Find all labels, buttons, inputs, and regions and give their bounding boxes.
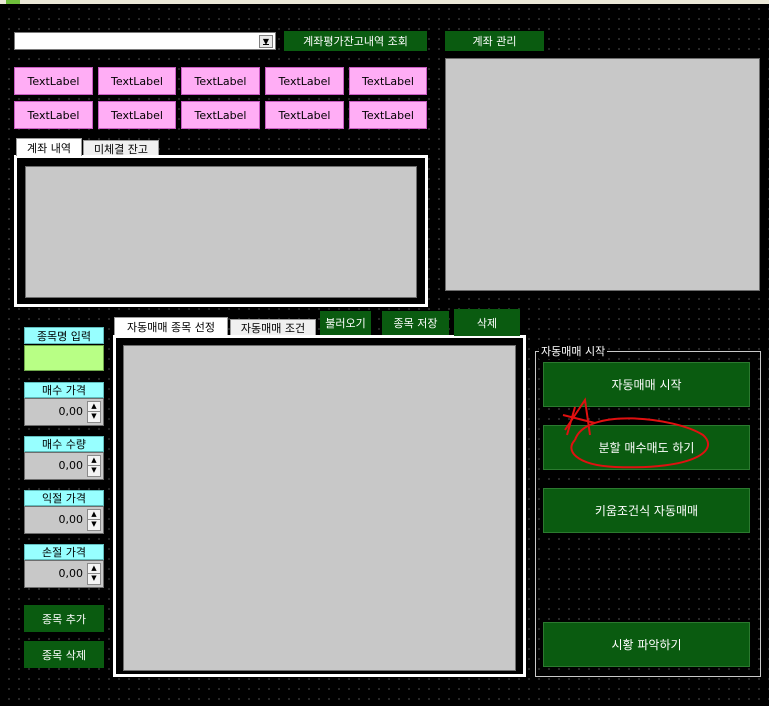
red-circle-annotation: [562, 397, 709, 469]
auto-trade-group-title: 자동매매 시작: [539, 343, 608, 359]
text-label-r1c3: TextLabel: [181, 67, 260, 95]
market-analysis-button[interactable]: 시황 파악하기: [543, 622, 750, 667]
balance-inquiry-button[interactable]: 계좌평가잔고내역 조회: [284, 31, 427, 51]
tab-unfilled-balance[interactable]: 미체결 잔고: [83, 140, 159, 156]
spin-up-icon[interactable]: ▲: [88, 564, 100, 574]
take-profit-label: 익절 가격: [24, 490, 104, 506]
buy-price-stepper[interactable]: ▲ ▼: [87, 401, 101, 423]
text-label-r1c1: TextLabel: [14, 67, 93, 95]
buy-price-spinbox[interactable]: 0,00 ▲ ▼: [24, 398, 104, 426]
stock-name-input[interactable]: [24, 345, 104, 371]
tab-stock-selection[interactable]: 자동매매 종목 선정: [114, 317, 228, 335]
account-management-button[interactable]: 계좌 관리: [445, 31, 544, 51]
delete-button[interactable]: 삭제: [454, 309, 520, 336]
stop-loss-label: 손절 가격: [24, 544, 104, 560]
buy-qty-spinbox[interactable]: 0,00 ▲ ▼: [24, 452, 104, 480]
take-profit-stepper[interactable]: ▲ ▼: [87, 509, 101, 531]
text-label-r2c3: TextLabel: [181, 101, 260, 129]
take-profit-value: 0,00: [58, 513, 84, 526]
buy-qty-stepper[interactable]: ▲ ▼: [87, 455, 101, 477]
account-history-table: [25, 166, 417, 298]
text-label-r2c4: TextLabel: [265, 101, 344, 129]
tab-account-history[interactable]: 계좌 내역: [16, 138, 82, 156]
spin-up-icon[interactable]: ▲: [88, 456, 100, 466]
text-label-r1c2: TextLabel: [98, 67, 176, 95]
buy-qty-label: 매수 수량: [24, 436, 104, 452]
remove-stock-button[interactable]: 종목 삭제: [24, 641, 104, 668]
stop-loss-spinbox[interactable]: 0,00 ▲ ▼: [24, 560, 104, 588]
spin-down-icon[interactable]: ▼: [88, 466, 100, 476]
title-bar: [0, 0, 769, 4]
kiwoom-condition-trade-button[interactable]: 키움조건식 자동매매: [543, 488, 750, 533]
account-management-panel: [445, 58, 760, 291]
text-label-r2c1: TextLabel: [14, 101, 93, 129]
text-label-r2c5: TextLabel: [349, 101, 427, 129]
app-icon: [6, 0, 20, 4]
stock-name-label: 종목명 입력: [24, 327, 104, 344]
buy-price-label: 매수 가격: [24, 382, 104, 398]
buy-price-value: 0,00: [58, 405, 84, 418]
stock-selection-table: [123, 345, 516, 671]
text-label-r1c4: TextLabel: [265, 67, 344, 95]
stock-tab-frame: [113, 335, 526, 677]
buy-qty-value: 0,00: [58, 459, 84, 472]
save-stock-button[interactable]: 종목 저장: [382, 311, 449, 335]
add-stock-button[interactable]: 종목 추가: [24, 605, 104, 632]
stop-loss-value: 0,00: [58, 567, 84, 580]
stop-loss-stepper[interactable]: ▲ ▼: [87, 563, 101, 585]
take-profit-spinbox[interactable]: 0,00 ▲ ▼: [24, 506, 104, 534]
account-combo[interactable]: ▼: [14, 32, 276, 50]
chevron-down-icon[interactable]: ▼: [259, 35, 273, 48]
spin-down-icon[interactable]: ▼: [88, 520, 100, 530]
spin-down-icon[interactable]: ▼: [88, 574, 100, 584]
tab-trade-conditions[interactable]: 자동매매 조건: [230, 319, 316, 335]
spin-up-icon[interactable]: ▲: [88, 402, 100, 412]
spin-down-icon[interactable]: ▼: [88, 412, 100, 422]
text-label-r2c2: TextLabel: [98, 101, 176, 129]
load-button[interactable]: 불러오기: [320, 311, 371, 335]
account-tab-frame: [14, 155, 428, 307]
text-label-r1c5: TextLabel: [349, 67, 427, 95]
spin-up-icon[interactable]: ▲: [88, 510, 100, 520]
